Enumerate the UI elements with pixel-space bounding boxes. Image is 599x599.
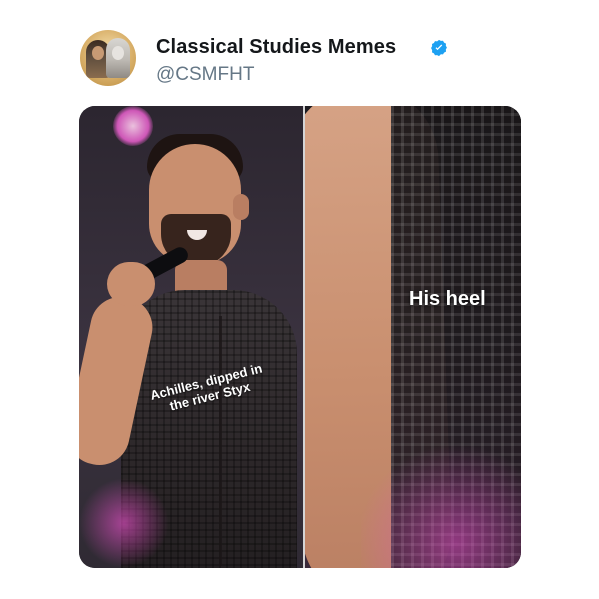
avatar-left-face [92,46,104,60]
display-name[interactable]: Classical Studies Memes [156,36,396,59]
pink-glow-right [361,438,521,568]
media-right-panel: His heel [305,106,521,568]
media-left-panel: Achilles, dipped in the river Styx [79,106,303,568]
stage-light [113,106,153,146]
meme-caption-right: His heel [409,288,486,310]
hand [107,262,155,306]
tweet-header: Classical Studies Memes @CSMFHT [80,30,520,90]
pink-glow [79,478,169,568]
tweet-media[interactable]: Achilles, dipped in the river Styx His h… [79,106,521,568]
avatar-right-face [112,46,124,60]
avatar[interactable] [80,30,136,86]
verified-badge-icon [431,39,447,57]
zipper [219,316,222,566]
ear [233,194,249,220]
handle[interactable]: @CSMFHT [156,64,254,86]
